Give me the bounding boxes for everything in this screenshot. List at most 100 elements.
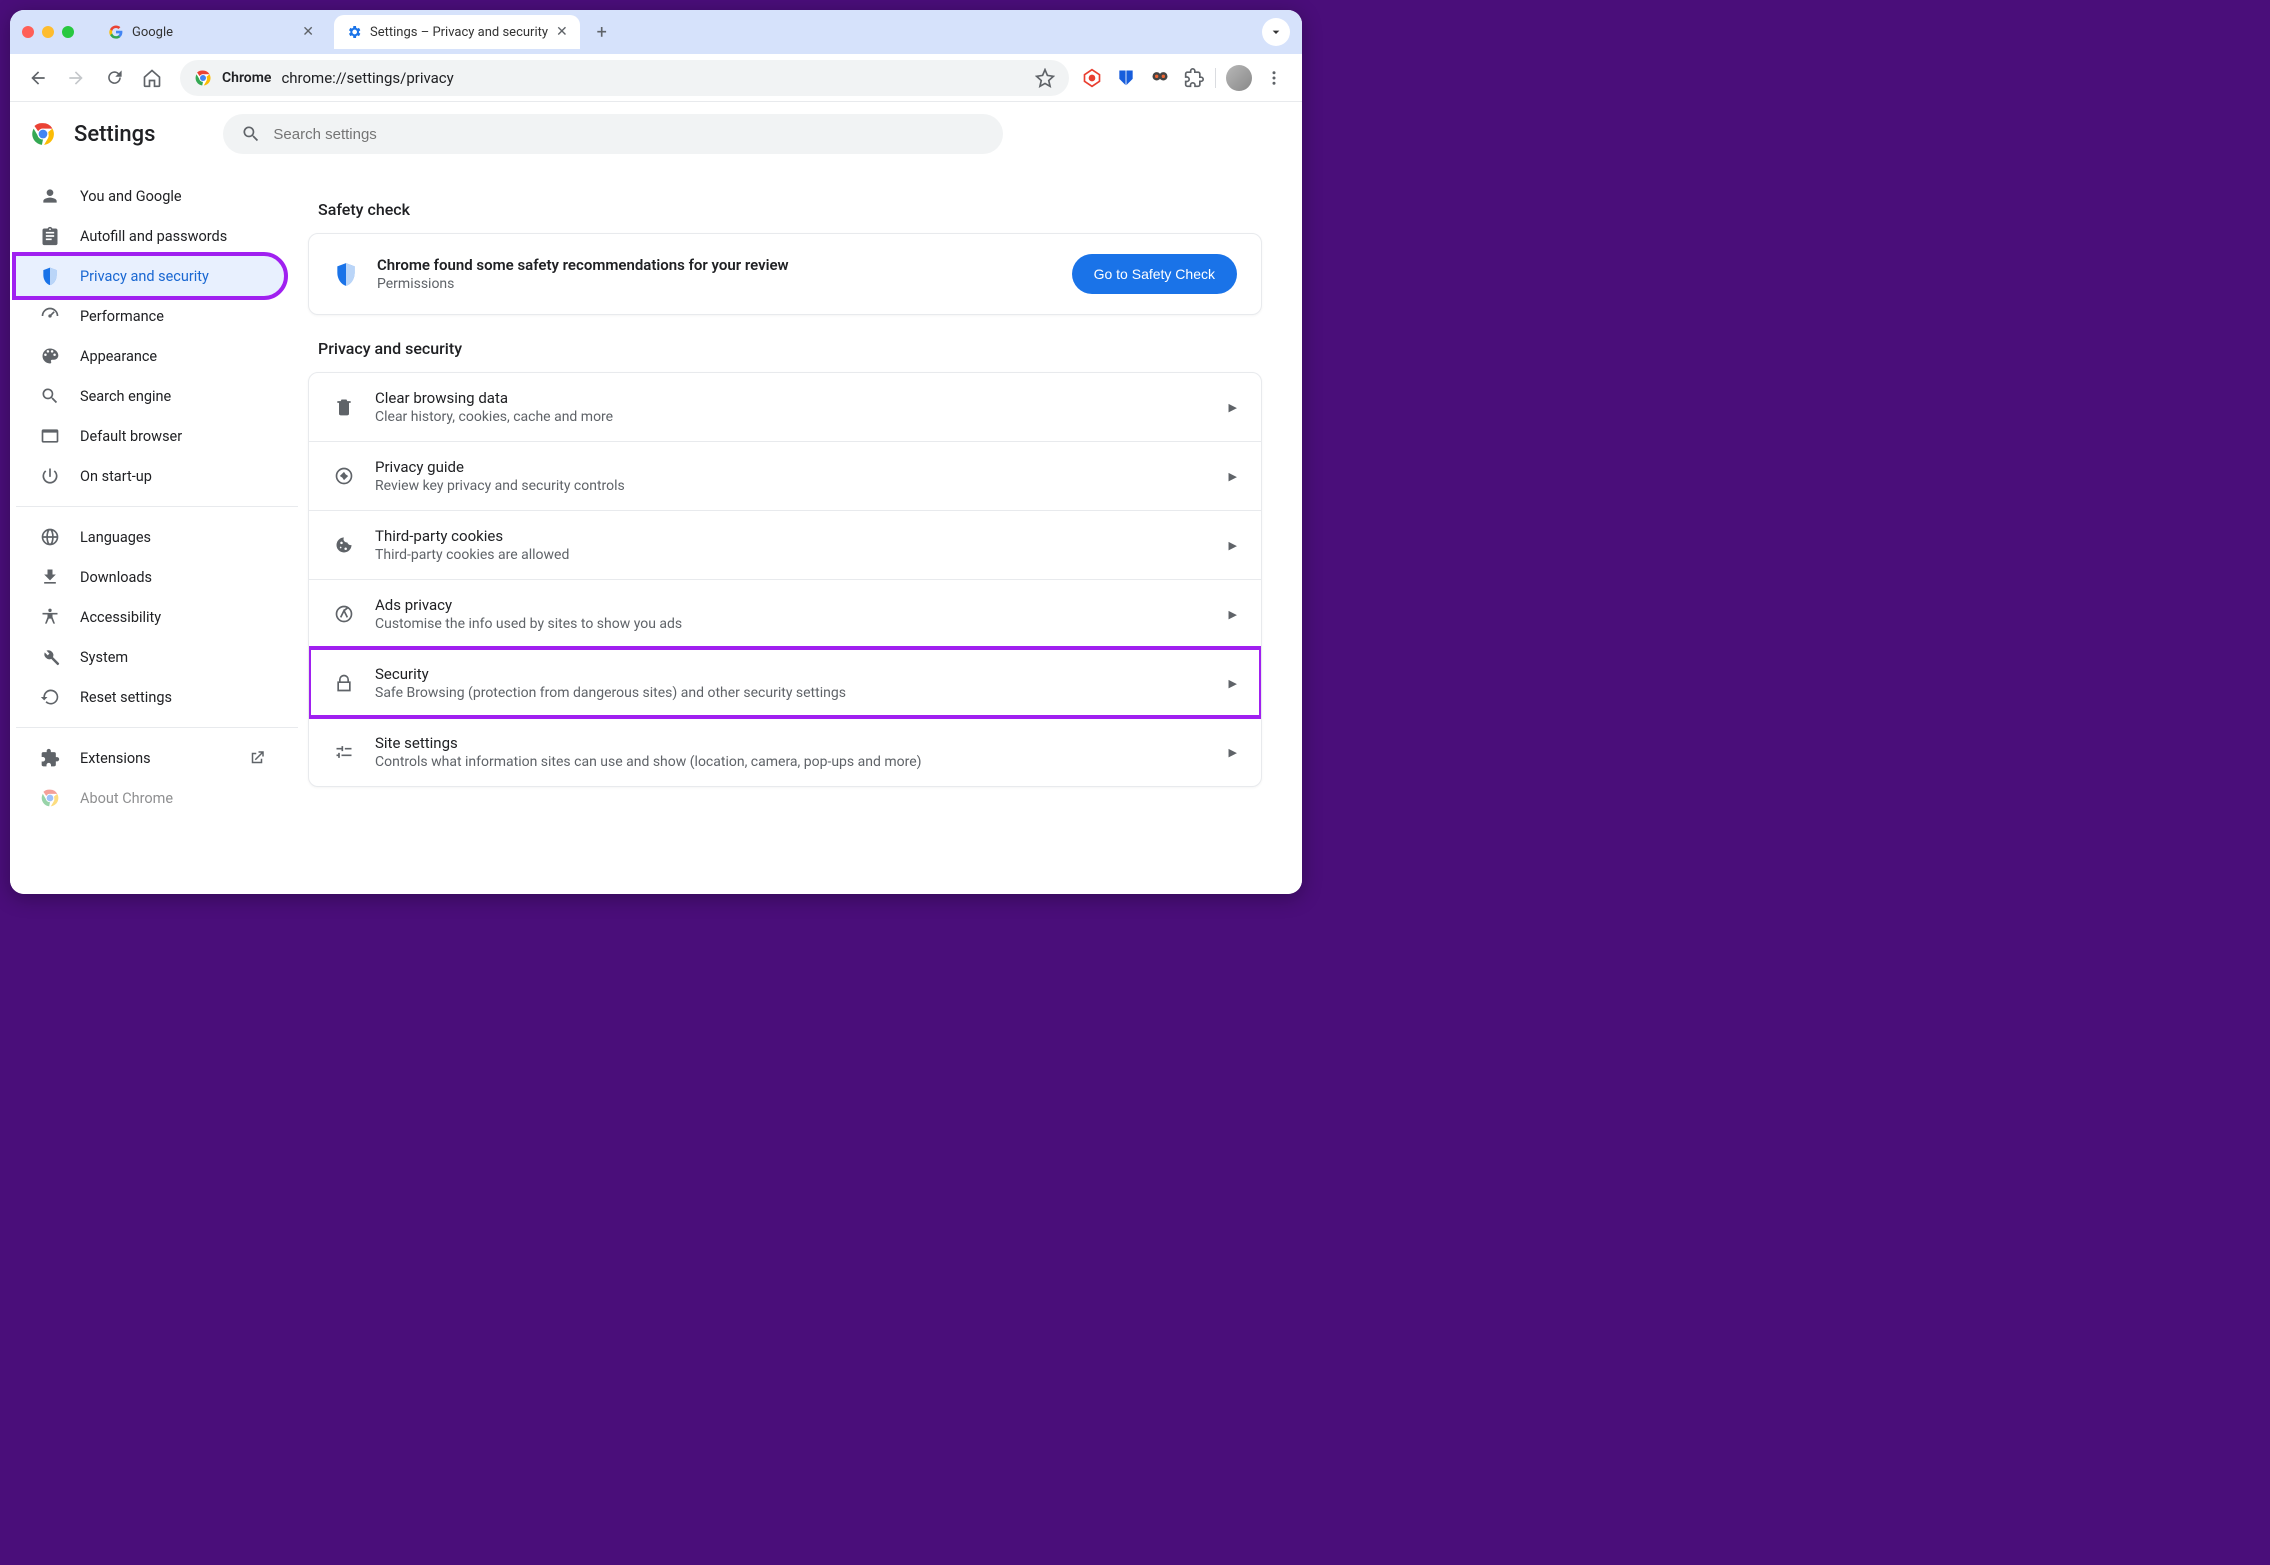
sidebar-item-label: Languages: [80, 529, 151, 546]
power-icon: [40, 466, 60, 486]
browser-icon: [40, 426, 60, 446]
row-privacy-guide[interactable]: Privacy guide Review key privacy and sec…: [309, 441, 1261, 510]
chevron-right-icon: ▶: [1229, 677, 1237, 690]
sidebar-item-label: On start-up: [80, 468, 152, 485]
sidebar-item-label: Extensions: [80, 750, 151, 767]
bookmark-star-icon[interactable]: [1035, 68, 1055, 88]
sidebar-item-downloads[interactable]: Downloads: [16, 557, 284, 597]
row-security[interactable]: Security Safe Browsing (protection from …: [309, 648, 1261, 717]
settings-search[interactable]: [223, 114, 1003, 154]
search-icon: [40, 386, 60, 406]
extensions-menu-icon[interactable]: [1183, 67, 1205, 89]
home-button[interactable]: [136, 62, 168, 94]
chrome-logo-icon: [40, 788, 60, 808]
row-subtitle: Review key privacy and security controls: [375, 478, 1209, 494]
extension-icons: [1081, 67, 1205, 89]
sidebar-item-accessibility[interactable]: Accessibility: [16, 597, 284, 637]
tab-overflow-button[interactable]: [1262, 18, 1290, 46]
chevron-right-icon: ▶: [1229, 608, 1237, 621]
lock-icon: [333, 672, 355, 694]
tab-close-button[interactable]: ✕: [302, 24, 314, 40]
tab-title: Google: [132, 25, 294, 40]
go-to-safety-check-button[interactable]: Go to Safety Check: [1072, 254, 1237, 294]
tab-bar: Google ✕ Settings – Privacy and security…: [10, 10, 1302, 54]
chrome-site-icon: [194, 69, 212, 87]
sidebar-item-you-and-google[interactable]: You and Google: [16, 176, 284, 216]
row-site-settings[interactable]: Site settings Controls what information …: [309, 717, 1261, 786]
trash-icon: [333, 396, 355, 418]
sidebar-divider: [16, 506, 298, 507]
forward-button[interactable]: [60, 62, 92, 94]
window-minimize-button[interactable]: [42, 26, 54, 38]
settings-header: Settings: [10, 102, 1302, 166]
puzzle-icon: [40, 748, 60, 768]
browser-window: Google ✕ Settings – Privacy and security…: [10, 10, 1302, 894]
row-title: Ads privacy: [375, 596, 1209, 614]
ads-icon: [333, 603, 355, 625]
sidebar-item-performance[interactable]: Performance: [16, 296, 284, 336]
wrench-icon: [40, 647, 60, 667]
toolbar-divider: [1215, 68, 1216, 88]
window-maximize-button[interactable]: [62, 26, 74, 38]
chrome-menu-button[interactable]: [1258, 62, 1290, 94]
reload-button[interactable]: [98, 62, 130, 94]
extension-icon-3[interactable]: [1149, 67, 1171, 89]
back-button[interactable]: [22, 62, 54, 94]
sliders-icon: [333, 741, 355, 763]
sidebar-item-reset-settings[interactable]: Reset settings: [16, 677, 284, 717]
row-subtitle: Safe Browsing (protection from dangerous…: [375, 685, 1209, 701]
extension-icon-1[interactable]: [1081, 67, 1103, 89]
sidebar-item-autofill[interactable]: Autofill and passwords: [16, 216, 284, 256]
shield-icon: [333, 261, 359, 287]
section-title-privacy-security: Privacy and security: [318, 339, 1262, 358]
sidebar-item-label: Autofill and passwords: [80, 228, 227, 245]
tab-title: Settings – Privacy and security: [370, 25, 548, 40]
sidebar-item-label: System: [80, 649, 128, 666]
tab-settings[interactable]: Settings – Privacy and security ✕: [334, 15, 580, 49]
row-subtitle: Controls what information sites can use …: [375, 754, 1209, 770]
search-icon: [241, 124, 261, 144]
tab-google[interactable]: Google ✕: [96, 15, 326, 49]
safety-check-card: Chrome found some safety recommendations…: [308, 233, 1262, 315]
row-subtitle: Clear history, cookies, cache and more: [375, 409, 1209, 425]
open-in-new-icon: [248, 749, 266, 767]
row-title: Clear browsing data: [375, 389, 1209, 407]
sidebar-item-appearance[interactable]: Appearance: [16, 336, 284, 376]
sidebar-item-extensions[interactable]: Extensions: [16, 738, 284, 778]
sidebar-divider: [16, 727, 298, 728]
row-ads-privacy[interactable]: Ads privacy Customise the info used by s…: [309, 579, 1261, 648]
row-title: Privacy guide: [375, 458, 1209, 476]
sidebar-item-label: Performance: [80, 308, 164, 325]
new-tab-button[interactable]: +: [588, 18, 616, 46]
shield-icon: [40, 266, 60, 286]
settings-search-input[interactable]: [273, 126, 985, 143]
extension-icon-2[interactable]: [1115, 67, 1137, 89]
sidebar-item-languages[interactable]: Languages: [16, 517, 284, 557]
sidebar-item-search-engine[interactable]: Search engine: [16, 376, 284, 416]
chevron-right-icon: ▶: [1229, 746, 1237, 759]
sidebar-item-label: Privacy and security: [80, 268, 209, 285]
window-close-button[interactable]: [22, 26, 34, 38]
tab-close-button[interactable]: ✕: [556, 24, 568, 40]
row-clear-browsing-data[interactable]: Clear browsing data Clear history, cooki…: [309, 373, 1261, 441]
sidebar-item-system[interactable]: System: [16, 637, 284, 677]
sidebar-item-label: Search engine: [80, 388, 171, 405]
section-title-safety-check: Safety check: [318, 200, 1262, 219]
settings-main: Safety check Chrome found some safety re…: [298, 166, 1302, 894]
sidebar-item-on-startup[interactable]: On start-up: [16, 456, 284, 496]
speedometer-icon: [40, 306, 60, 326]
chevron-right-icon: ▶: [1229, 470, 1237, 483]
sidebar-item-privacy-security[interactable]: Privacy and security: [16, 256, 284, 296]
chevron-right-icon: ▶: [1229, 539, 1237, 552]
sidebar-item-about-chrome[interactable]: About Chrome: [16, 778, 284, 818]
row-third-party-cookies[interactable]: Third-party cookies Third-party cookies …: [309, 510, 1261, 579]
sidebar-item-default-browser[interactable]: Default browser: [16, 416, 284, 456]
profile-avatar[interactable]: [1226, 65, 1252, 91]
address-bar[interactable]: Chrome chrome://settings/privacy: [180, 60, 1069, 96]
sidebar-item-label: Appearance: [80, 348, 157, 365]
url-text: chrome://settings/privacy: [281, 69, 453, 87]
cookie-icon: [333, 534, 355, 556]
palette-icon: [40, 346, 60, 366]
globe-icon: [40, 527, 60, 547]
sidebar-item-label: Reset settings: [80, 689, 172, 706]
